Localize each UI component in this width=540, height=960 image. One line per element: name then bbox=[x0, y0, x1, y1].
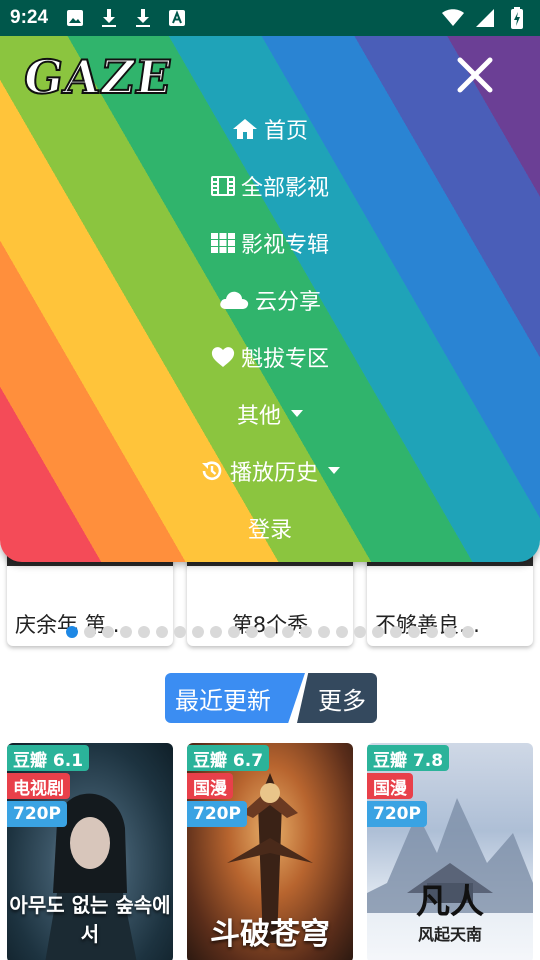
wifi-icon bbox=[442, 7, 464, 29]
pagination-dot[interactable] bbox=[462, 626, 474, 638]
pagination-dot[interactable] bbox=[174, 626, 186, 638]
image-icon bbox=[64, 7, 86, 29]
download-icon bbox=[132, 7, 154, 29]
pagination-dot[interactable] bbox=[246, 626, 258, 638]
carousel-title: 第8个秀 bbox=[231, 613, 309, 637]
pagination-dot[interactable] bbox=[210, 626, 222, 638]
pagination-dot[interactable] bbox=[444, 626, 456, 638]
pagination-dot[interactable] bbox=[426, 626, 438, 638]
nav-item-label: 首页 bbox=[263, 118, 308, 144]
close-button[interactable] bbox=[452, 52, 498, 98]
carousel-pagination bbox=[0, 626, 540, 638]
poster-art-text: 斗破苍穹 bbox=[210, 917, 330, 952]
heart-icon bbox=[211, 346, 235, 367]
resolution-badge: 720P bbox=[367, 801, 427, 827]
nav-item-cloud-share[interactable]: 云分享 bbox=[0, 271, 540, 328]
nav-item-label: 播放历史 bbox=[229, 460, 318, 486]
grid-icon bbox=[210, 232, 235, 253]
nav-item-home[interactable]: 首页 bbox=[0, 100, 540, 157]
nav-item-kuiba[interactable]: 魁拔专区 bbox=[0, 328, 540, 385]
poster-art-text: 凡人 bbox=[416, 882, 484, 922]
pagination-dot[interactable] bbox=[264, 626, 276, 638]
cloud-icon bbox=[220, 291, 249, 309]
close-icon bbox=[457, 57, 493, 93]
more-button[interactable]: 更多 bbox=[297, 673, 377, 723]
genre-badge: 电视剧 bbox=[7, 773, 70, 799]
status-bar: 9:24 bbox=[0, 0, 540, 36]
resolution-badge: 720P bbox=[7, 801, 67, 827]
poster-card[interactable]: 斗破苍穹 豆瓣 6.7 国漫 720P bbox=[187, 743, 353, 960]
genre-badge: 国漫 bbox=[367, 773, 413, 799]
pagination-dot[interactable] bbox=[84, 626, 96, 638]
nav-item-login[interactable]: 登录 bbox=[0, 499, 540, 556]
battery-icon bbox=[506, 7, 528, 29]
notification-icons bbox=[64, 7, 188, 29]
section-title: 最近更新 bbox=[165, 673, 305, 723]
text-icon bbox=[166, 7, 188, 29]
nav-list: 首页 全部影视 影视专辑 云分享 魁拔专区 其他 播放历史 登录 bbox=[0, 100, 540, 556]
pagination-dot[interactable] bbox=[120, 626, 132, 638]
poster-card[interactable]: 风起天南 凡人 豆瓣 7.8 国漫 720P bbox=[367, 743, 533, 960]
pagination-dot[interactable] bbox=[228, 626, 240, 638]
poster-card[interactable]: 아무도 없는 숲속에서 豆瓣 6.1 电视剧 720P bbox=[7, 743, 173, 960]
douban-score-badge: 豆瓣 6.7 bbox=[187, 745, 270, 771]
poster-art-text: 아무도 없는 숲속에서 bbox=[9, 893, 171, 946]
douban-score-badge: 豆瓣 6.1 bbox=[7, 745, 90, 771]
pagination-dot[interactable] bbox=[192, 626, 204, 638]
film-icon bbox=[210, 175, 235, 196]
pagination-dot[interactable] bbox=[66, 626, 78, 638]
resolution-badge: 720P bbox=[187, 801, 247, 827]
pagination-dot[interactable] bbox=[300, 626, 312, 638]
caret-down-icon bbox=[291, 410, 303, 417]
pagination-dot[interactable] bbox=[372, 626, 384, 638]
app-logo[interactable]: GAZE bbox=[19, 49, 176, 105]
pagination-dot[interactable] bbox=[408, 626, 420, 638]
pagination-dot[interactable] bbox=[138, 626, 150, 638]
nav-item-label: 影视专辑 bbox=[240, 232, 329, 258]
nav-item-history[interactable]: 播放历史 bbox=[0, 442, 540, 499]
douban-score-badge: 豆瓣 7.8 bbox=[367, 745, 450, 771]
pagination-dot[interactable] bbox=[354, 626, 366, 638]
caret-down-icon bbox=[328, 467, 340, 474]
poster-grid: 아무도 없는 숲속에서 豆瓣 6.1 电视剧 720P 斗破苍穹 豆瓣 6.7 … bbox=[0, 743, 540, 960]
signal-icon bbox=[474, 7, 496, 29]
download-icon bbox=[98, 7, 120, 29]
nav-item-label: 云分享 bbox=[254, 289, 321, 315]
status-time: 9:24 bbox=[10, 7, 49, 28]
nav-item-label: 魁拔专区 bbox=[240, 346, 329, 372]
nav-item-all-videos[interactable]: 全部影视 bbox=[0, 157, 540, 214]
pagination-dot[interactable] bbox=[282, 626, 294, 638]
home-icon bbox=[232, 118, 257, 139]
poster-art-subtext: 风起天南 bbox=[417, 925, 482, 944]
system-icons bbox=[442, 7, 528, 29]
nav-item-label: 登录 bbox=[247, 517, 292, 543]
nav-item-other[interactable]: 其他 bbox=[0, 385, 540, 442]
history-icon bbox=[201, 460, 222, 480]
carousel-title: 不够善良… bbox=[375, 613, 480, 637]
recent-updates-header: 最近更新 更多 bbox=[165, 673, 377, 723]
carousel-title: 庆余年 第… bbox=[15, 613, 127, 637]
app-root: 9:24 庆余年 第… 第8个秀 不够善良… 最近更新 更多 아무도 없는 숲속… bbox=[0, 0, 540, 960]
nav-item-label: 全部影视 bbox=[240, 175, 329, 201]
nav-item-label: 其他 bbox=[236, 403, 281, 429]
pagination-dot[interactable] bbox=[390, 626, 402, 638]
genre-badge: 国漫 bbox=[187, 773, 233, 799]
nav-menu-overlay: GAZE 首页 全部影视 影视专辑 云分享 魁拔专区 其他 播放历史 登录 bbox=[0, 36, 540, 562]
nav-item-albums[interactable]: 影视专辑 bbox=[0, 214, 540, 271]
pagination-dot[interactable] bbox=[318, 626, 330, 638]
pagination-dot[interactable] bbox=[156, 626, 168, 638]
pagination-dot[interactable] bbox=[336, 626, 348, 638]
pagination-dot[interactable] bbox=[102, 626, 114, 638]
